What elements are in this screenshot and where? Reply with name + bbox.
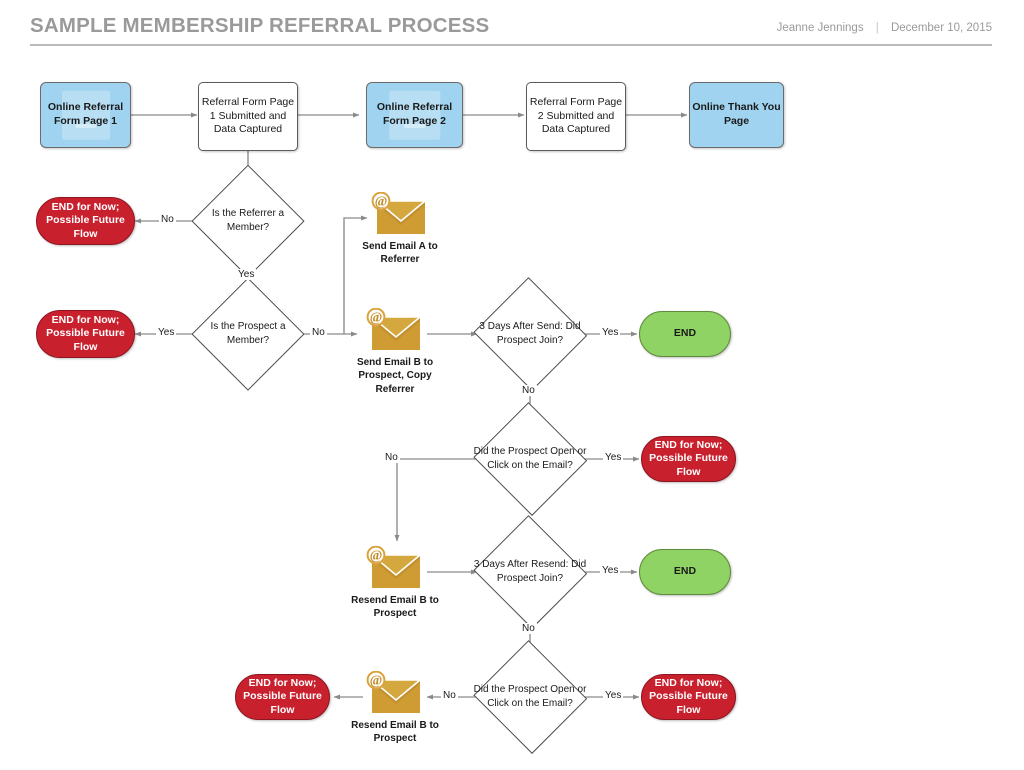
node-label: Did the Prospect Open or Click on the Em… xyxy=(473,684,587,709)
node-label: Online Referral Form Page 1 xyxy=(47,101,124,127)
node-label: Online Referral Form Page 2 xyxy=(376,101,453,127)
node-label: Online Thank You Page xyxy=(692,101,781,127)
flowchart-page: SAMPLE MEMBERSHIP REFERRAL PROCESS Jeann… xyxy=(0,0,1024,770)
email-envelope-icon: @ xyxy=(364,671,426,716)
node-end-no-engagement[interactable]: END for Now; Possible Future Flow xyxy=(235,674,330,720)
node-online-thank-you-page[interactable]: Online Thank You Page xyxy=(689,82,784,148)
svg-text:@: @ xyxy=(370,310,383,325)
node-is-prospect-a-member[interactable]: Is the Prospect a Member? xyxy=(191,277,305,391)
edge-label-referrer-yes: Yes xyxy=(236,269,257,280)
edge-label-after-resend-yes: Yes xyxy=(600,565,621,576)
node-label: Resend Email B to Prospect xyxy=(351,720,439,745)
node-label: END for Now; Possible Future Flow xyxy=(46,200,125,240)
node-label: Did the Prospect Open or Click on the Em… xyxy=(473,446,587,471)
node-is-referrer-a-member[interactable]: Is the Referrer a Member? xyxy=(191,164,305,278)
edge-label-prospect-yes: Yes xyxy=(156,327,177,338)
edge-label-after-send-yes: Yes xyxy=(600,327,621,338)
node-three-days-after-resend[interactable]: 3 Days After Resend: Did Prospect Join? xyxy=(473,515,587,629)
email-envelope-icon: @ xyxy=(364,308,426,353)
email-envelope-icon: @ xyxy=(364,546,426,591)
node-did-prospect-open-or-click-1[interactable]: Did the Prospect Open or Click on the Em… xyxy=(473,402,587,516)
edge-label-open-click-1-no: No xyxy=(383,452,400,463)
node-label: END for Now; Possible Future Flow xyxy=(46,313,125,353)
email-envelope-icon: @ xyxy=(369,192,431,237)
edge-label-after-send-no: No xyxy=(520,385,537,396)
edge-label-referrer-no: No xyxy=(159,214,176,225)
node-end-prospect-is-member[interactable]: END for Now; Possible Future Flow xyxy=(36,310,135,358)
edge-label-open-click-2-no: No xyxy=(441,690,458,701)
node-label: 3 Days After Send: Did Prospect Join? xyxy=(479,321,581,346)
node-online-referral-form-page-2[interactable]: Online Referral Form Page 2 xyxy=(366,82,463,148)
node-label: 3 Days After Resend: Did Prospect Join? xyxy=(473,559,587,584)
node-resend-email-b-to-prospect-2[interactable]: @ Resend Email B to Prospect xyxy=(339,671,451,746)
svg-text:@: @ xyxy=(375,194,388,209)
node-label: END for Now; Possible Future Flow xyxy=(649,676,728,716)
node-label: Send Email A to Referrer xyxy=(362,241,438,266)
node-label: Resend Email B to Prospect xyxy=(351,595,439,620)
node-label: END for Now; Possible Future Flow xyxy=(649,438,728,478)
node-referral-form-page-2-submitted[interactable]: Referral Form Page 2 Submitted and Data … xyxy=(526,82,626,151)
flowchart-canvas: Online Referral Form Page 1 Referral For… xyxy=(0,0,1024,770)
node-resend-email-b-to-prospect-1[interactable]: @ Resend Email B to Prospect xyxy=(339,546,451,621)
node-send-email-b-to-prospect[interactable]: @ Send Email B to Prospect, Copy Referre… xyxy=(339,308,451,396)
node-label: Referral Form Page 2 Submitted and Data … xyxy=(529,95,623,136)
edge-label-prospect-no: No xyxy=(310,327,327,338)
node-end-referrer-not-member[interactable]: END for Now; Possible Future Flow xyxy=(36,197,135,245)
node-label: Referral Form Page 1 Submitted and Data … xyxy=(201,95,295,136)
node-label: Send Email B to Prospect, Copy Referrer xyxy=(356,357,434,395)
node-end-joined-after-resend[interactable]: END xyxy=(639,549,731,595)
node-label: END for Now; Possible Future Flow xyxy=(243,676,322,716)
node-three-days-after-send[interactable]: 3 Days After Send: Did Prospect Join? xyxy=(473,277,587,391)
node-label: Is the Prospect a Member? xyxy=(210,321,286,346)
node-send-email-a-to-referrer[interactable]: @ Send Email A to Referrer xyxy=(344,192,456,267)
svg-text:@: @ xyxy=(370,673,383,688)
node-end-opened-no-join-2[interactable]: END for Now; Possible Future Flow xyxy=(641,674,736,720)
node-label: END xyxy=(673,565,697,578)
svg-text:@: @ xyxy=(370,548,383,563)
edge-label-open-click-1-yes: Yes xyxy=(603,452,624,463)
node-end-joined-after-send[interactable]: END xyxy=(639,311,731,357)
node-label: END xyxy=(673,327,697,340)
node-did-prospect-open-or-click-2[interactable]: Did the Prospect Open or Click on the Em… xyxy=(473,640,587,754)
edge-label-after-resend-no: No xyxy=(520,623,537,634)
node-end-opened-no-join-1[interactable]: END for Now; Possible Future Flow xyxy=(641,436,736,482)
edge-label-open-click-2-yes: Yes xyxy=(603,690,624,701)
node-referral-form-page-1-submitted[interactable]: Referral Form Page 1 Submitted and Data … xyxy=(198,82,298,151)
node-label: Is the Referrer a Member? xyxy=(211,208,285,233)
node-online-referral-form-page-1[interactable]: Online Referral Form Page 1 xyxy=(40,82,131,148)
